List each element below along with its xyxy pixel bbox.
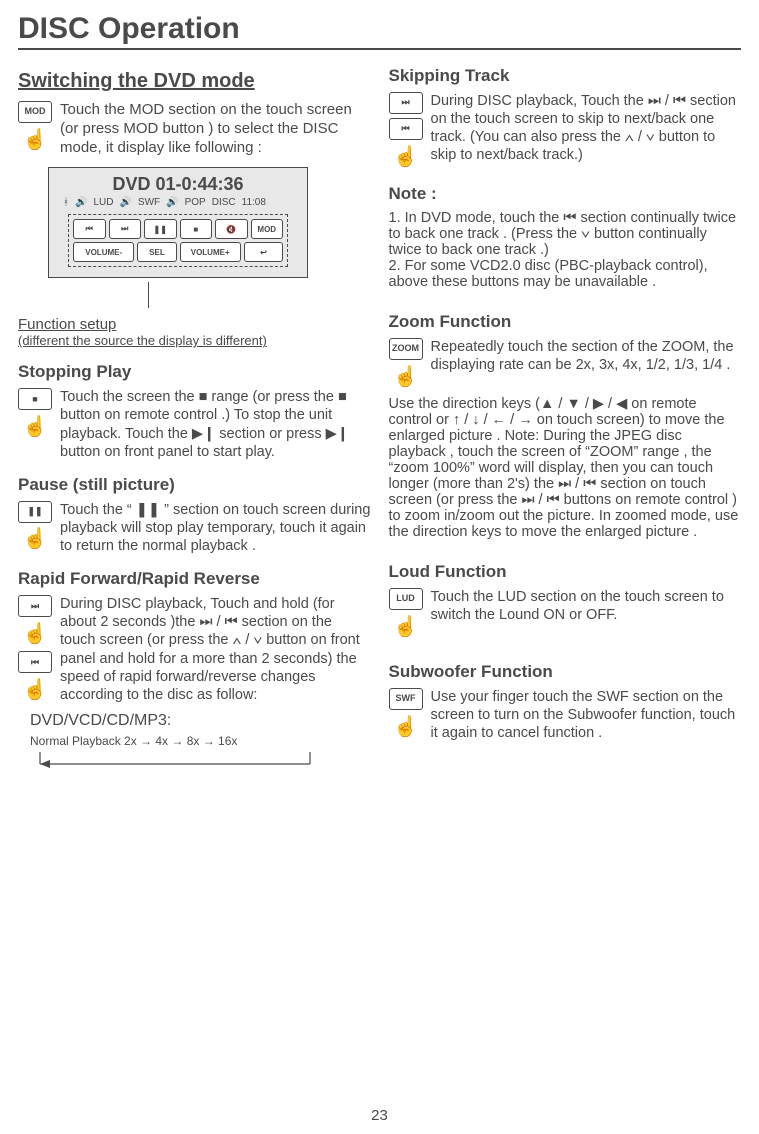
skipping-heading: Skipping Track: [389, 66, 742, 86]
lud-icon: LUD: [389, 588, 423, 610]
note-body: 1. In DVD mode, touch the ⏮ section cont…: [389, 210, 742, 290]
display-voldown-button[interactable]: VOLUME-: [73, 242, 134, 262]
stopping-heading: Stopping Play: [18, 362, 371, 382]
page-title: DISC Operation: [18, 12, 741, 50]
rapid-heading: Rapid Forward/Rapid Reverse: [18, 569, 371, 589]
pause-block: ❚❚ ☝ Touch the “ ❚❚ ” section on touch s…: [18, 501, 371, 555]
zoom-block-1: ZOOM ☝ Repeatedly touch the section of t…: [389, 338, 742, 390]
vol-icon-2: 🔊: [119, 197, 131, 208]
touch-icon: ☝: [18, 527, 52, 553]
display-mute-button[interactable]: 🔇: [215, 219, 248, 239]
rapid-block: ⏭ ☝ ⏮ ☝ During DISC playback, Touch and …: [18, 595, 371, 704]
subwoofer-block: SWF ☝ Use your finger touch the SWF sect…: [389, 688, 742, 742]
speed-line: Normal Playback 2x → 4x → 8x → 16x: [30, 734, 371, 748]
stopping-icons: ■ ☝: [18, 388, 52, 440]
rapid-body: During DISC playback, Touch and hold (fo…: [60, 595, 371, 704]
status-time: 11:08: [242, 197, 266, 208]
touch-icon: ☝: [389, 144, 423, 170]
pointer-line: [148, 282, 149, 308]
display-sel-button[interactable]: SEL: [137, 242, 176, 262]
prev-icon: ⏮: [18, 651, 52, 673]
touch-icon: ☝: [389, 614, 423, 640]
touch-icon: ☝: [389, 714, 423, 740]
bluetooth-icon: ᚼ: [63, 197, 69, 208]
pause-body: Touch the “ ❚❚ ” section on touch screen…: [60, 501, 371, 555]
prev-icon: ⏮: [389, 118, 423, 140]
pause-icon: ❚❚: [18, 501, 52, 523]
speed-heading: DVD/VCD/CD/MP3:: [30, 712, 371, 730]
loud-icons: LUD ☝: [389, 588, 423, 640]
rapid-icons: ⏭ ☝ ⏮ ☝: [18, 595, 52, 703]
zoom-icon: ZOOM: [389, 338, 423, 360]
stopping-body: Touch the screen the ■ range (or press t…: [60, 388, 371, 461]
switching-heading: Switching the DVD mode: [18, 70, 371, 93]
status-lud: LUD: [93, 197, 113, 208]
display-prev-button[interactable]: ⏮: [73, 219, 106, 239]
zoom-icons: ZOOM ☝: [389, 338, 423, 390]
vol-icon-3: 🔊: [166, 197, 178, 208]
display-stop-button[interactable]: ■: [180, 219, 213, 239]
display-status-row: ᚼ 🔊 LUD 🔊 SWF 🔊 POP DISC 11:08: [63, 197, 299, 208]
btn-row-1: ⏮ ⏭ ❚❚ ■ 🔇 MOD: [73, 219, 283, 239]
dvd-display: DVD 01-0:44:36 ᚼ 🔊 LUD 🔊 SWF 🔊 POP DISC …: [48, 167, 308, 278]
next-icon: ⏭: [389, 92, 423, 114]
touch-icon: ☝: [18, 127, 52, 153]
touch-icon: ☝: [389, 364, 423, 390]
content-columns: Switching the DVD mode MOD ☝ Touch the M…: [18, 60, 741, 777]
zoom-body-2: Use the direction keys (▲ / ▼ / ▶ / ◀ on…: [389, 396, 742, 540]
display-return-button[interactable]: ↩: [244, 242, 283, 262]
right-column: Skipping Track ⏭ ⏮ ☝ During DISC playbac…: [389, 60, 742, 777]
display-volup-button[interactable]: VOLUME+: [180, 242, 241, 262]
subwoofer-icons: SWF ☝: [389, 688, 423, 740]
note-heading: Note :: [389, 184, 742, 204]
skipping-block: ⏭ ⏮ ☝ During DISC playback, Touch the ⏭ …: [389, 92, 742, 170]
stop-icon: ■: [18, 388, 52, 410]
function-setup-sub: (different the source the display is dif…: [18, 333, 371, 348]
subwoofer-heading: Subwoofer Function: [389, 662, 742, 682]
display-button-grid: ⏮ ⏭ ❚❚ ■ 🔇 MOD VOLUME- SEL VOLUME+ ↩: [68, 214, 288, 267]
pause-icons: ❚❚ ☝: [18, 501, 52, 553]
skipping-body: During DISC playback, Touch the ⏭ / ⏮ se…: [431, 92, 742, 165]
function-setup-label: Function setup: [18, 316, 371, 333]
next-icon: ⏭: [18, 595, 52, 617]
mod-icon: MOD: [18, 101, 52, 123]
touch-icon: ☝: [18, 621, 52, 647]
skipping-icons: ⏭ ⏮ ☝: [389, 92, 423, 170]
stopping-block: ■ ☝ Touch the screen the ■ range (or pre…: [18, 388, 371, 461]
loud-body: Touch the LUD section on the touch scree…: [431, 588, 742, 624]
swf-icon: SWF: [389, 688, 423, 710]
pause-heading: Pause (still picture): [18, 475, 371, 495]
switching-block: MOD ☝ Touch the MOD section on the touch…: [18, 101, 371, 157]
touch-icon: ☝: [18, 414, 52, 440]
display-pause-button[interactable]: ❚❚: [144, 219, 177, 239]
btn-row-2: VOLUME- SEL VOLUME+ ↩: [73, 242, 283, 262]
touch-icon: ☝: [18, 677, 52, 703]
switching-body: Touch the MOD section on the touch scree…: [60, 101, 371, 157]
display-next-button[interactable]: ⏭: [109, 219, 142, 239]
status-pop: POP: [185, 197, 206, 208]
vol-icon: 🔊: [75, 197, 87, 208]
switching-icons: MOD ☝: [18, 101, 52, 153]
display-title: DVD 01-0:44:36: [57, 174, 299, 195]
zoom-heading: Zoom Function: [389, 312, 742, 332]
page-number: 23: [371, 1107, 388, 1124]
display-mod-button[interactable]: MOD: [251, 219, 284, 239]
status-swf: SWF: [138, 197, 160, 208]
loud-block: LUD ☝ Touch the LUD section on the touch…: [389, 588, 742, 640]
status-disc: DISC: [212, 197, 236, 208]
zoom-body-1: Repeatedly touch the section of the ZOOM…: [431, 338, 742, 374]
subwoofer-body: Use your finger touch the SWF section on…: [431, 688, 742, 742]
speed-loop-arrow-icon: [30, 750, 330, 772]
left-column: Switching the DVD mode MOD ☝ Touch the M…: [18, 60, 371, 777]
loud-heading: Loud Function: [389, 562, 742, 582]
